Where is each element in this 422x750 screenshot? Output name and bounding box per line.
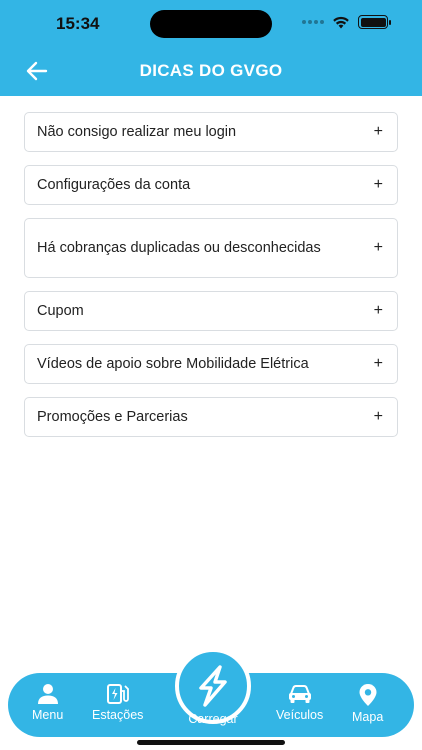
- lightning-icon: [199, 665, 227, 707]
- faq-item-support-videos[interactable]: Vídeos de apoio sobre Mobilidade Elétric…: [24, 344, 398, 384]
- plus-icon: +: [373, 123, 383, 140]
- page-title: DICAS DO GVGO: [139, 61, 283, 80]
- wifi-icon: [333, 16, 349, 28]
- faq-label: Configurações da conta: [37, 177, 191, 193]
- faq-label: Não consigo realizar meu login: [37, 124, 237, 140]
- status-icons: [302, 15, 391, 29]
- plus-icon: +: [373, 355, 383, 372]
- tab-charge-label: Carregar: [188, 712, 238, 726]
- tab-stations[interactable]: Estações: [92, 683, 143, 722]
- plus-icon: +: [373, 239, 383, 256]
- signal-icon: [302, 20, 324, 24]
- faq-label: Promoções e Parcerias: [37, 409, 188, 425]
- app-header: 15:34 DICAS DO GVGO: [0, 0, 422, 96]
- tab-vehicles[interactable]: Veículos: [276, 683, 323, 722]
- faq-label: Vídeos de apoio sobre Mobilidade Elétric…: [37, 356, 309, 372]
- faq-item-login[interactable]: Não consigo realizar meu login +: [24, 112, 398, 152]
- nav-bar: DICAS DO GVGO: [0, 46, 422, 96]
- faq-item-duplicate-charges[interactable]: Há cobranças duplicadas ou desconhecidas…: [24, 218, 398, 278]
- tab-label: Estações: [92, 708, 144, 722]
- status-time: 15:34: [56, 14, 100, 33]
- charging-station-icon: [106, 684, 129, 704]
- tab-menu[interactable]: Menu: [32, 683, 63, 722]
- faq-item-account-settings[interactable]: Configurações da conta +: [24, 165, 398, 205]
- battery-icon: [358, 15, 391, 29]
- plus-icon: +: [373, 176, 383, 193]
- map-pin-icon: [359, 684, 377, 706]
- car-icon: [288, 685, 311, 703]
- tab-label: Mapa: [352, 710, 384, 724]
- tab-map[interactable]: Mapa: [352, 683, 383, 724]
- user-icon: [37, 684, 58, 704]
- faq-label: Cupom: [37, 303, 84, 319]
- faq-item-promotions[interactable]: Promoções e Parcerias +: [24, 397, 398, 437]
- faq-item-coupon[interactable]: Cupom +: [24, 291, 398, 331]
- faq-list: Não consigo realizar meu login + Configu…: [24, 112, 398, 450]
- tab-label: Veículos: [276, 708, 324, 722]
- plus-icon: +: [373, 302, 383, 319]
- status-bar: 15:34: [0, 0, 422, 46]
- home-indicator: [137, 740, 285, 745]
- plus-icon: +: [373, 408, 383, 425]
- dynamic-island: [150, 10, 272, 38]
- tab-label: Menu: [32, 708, 64, 722]
- faq-label: Há cobranças duplicadas ou desconhecidas: [37, 240, 321, 256]
